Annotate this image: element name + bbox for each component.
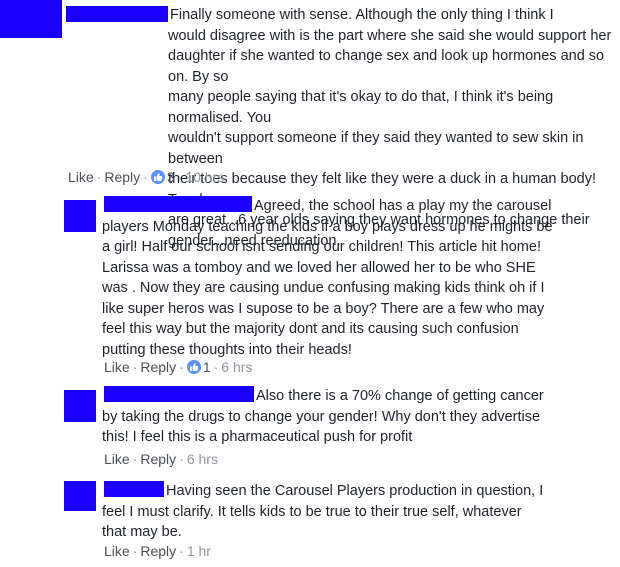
timestamp[interactable]: 6 hrs: [221, 359, 252, 375]
comment-actions: Like · Reply · 1 · 6 hrs: [104, 359, 253, 375]
avatar[interactable]: [64, 200, 96, 232]
reply-button[interactable]: Reply: [104, 169, 140, 185]
comment-actions: Like · Reply · 3 · 10 hrs: [68, 169, 225, 185]
timestamp[interactable]: 1 hr: [187, 543, 211, 559]
reaction-count[interactable]: 1: [203, 359, 211, 375]
reaction-count[interactable]: 3: [167, 169, 175, 185]
reply-button[interactable]: Reply: [140, 359, 176, 375]
like-button[interactable]: Like: [68, 169, 94, 185]
timestamp[interactable]: 10 hrs: [185, 169, 224, 185]
reply-button[interactable]: Reply: [140, 451, 176, 467]
thumbs-up-icon[interactable]: [186, 360, 201, 374]
thumbs-up-icon[interactable]: [150, 170, 165, 184]
avatar[interactable]: [0, 0, 62, 38]
timestamp[interactable]: 6 hrs: [187, 451, 218, 467]
reply-comment: Having seen the Carousel Players product…: [0, 475, 620, 567]
reply-comment: Also there is a 70% change of getting ca…: [0, 380, 620, 475]
comment-text: Having seen the Carousel Players product…: [102, 483, 544, 540]
avatar[interactable]: [64, 481, 96, 511]
like-button[interactable]: Like: [104, 359, 130, 375]
comment-actions: Like · Reply · 1 hr: [104, 543, 211, 559]
commenter-name[interactable]: [66, 6, 168, 22]
comment-text: Also there is a 70% change of getting ca…: [102, 388, 544, 445]
avatar[interactable]: [64, 390, 96, 422]
like-button[interactable]: Like: [104, 543, 130, 559]
comment: Finally someone with sense. Although the…: [0, 0, 620, 249]
comment-text: Agreed, the school has a play my the car…: [102, 198, 553, 358]
like-button[interactable]: Like: [104, 451, 130, 467]
reply-comment: Agreed, the school has a play my the car…: [0, 190, 620, 380]
reply-button[interactable]: Reply: [140, 543, 176, 559]
comment-actions: Like · Reply · 6 hrs: [104, 451, 218, 467]
